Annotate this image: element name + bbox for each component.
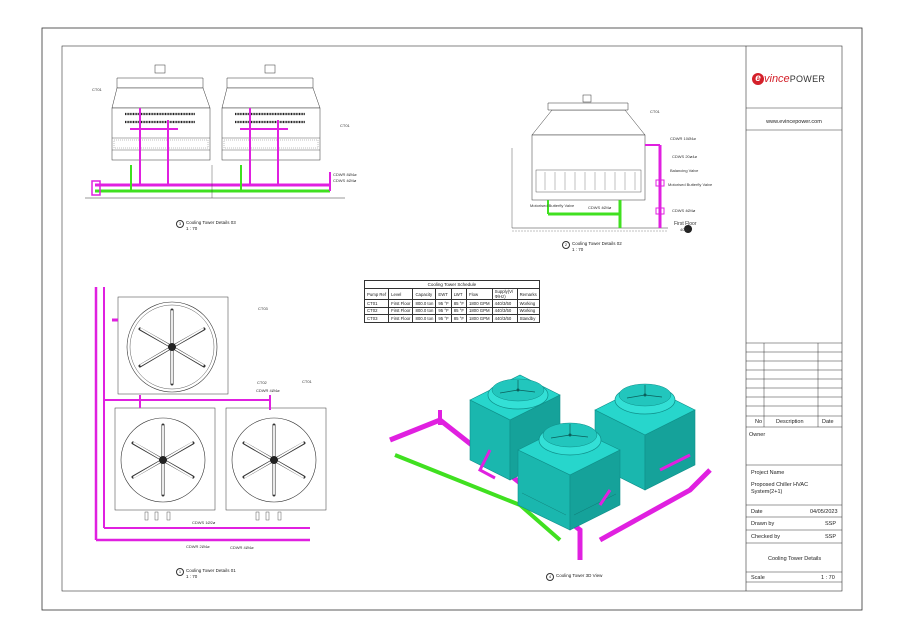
view-3-title: Cooling Tower Details 03 xyxy=(186,220,236,225)
brand-logo: e vincePOWER xyxy=(752,70,837,90)
schedule-cell: 1800 GPM xyxy=(466,306,493,315)
tower-ct01-elevation-b xyxy=(221,64,321,185)
scale-value: 1 : 70 xyxy=(821,575,835,581)
v2-label-cdws: CDWS 20ø4ø xyxy=(672,154,697,159)
v3-label-ct01b: CT01 xyxy=(340,123,350,128)
drawing-sheet: e vincePOWER www.evincepower.com No Descr… xyxy=(0,0,905,640)
cooling-tower-schedule: Cooling Tower Schedule Pump Ref Level Ca… xyxy=(363,280,540,323)
v1-label-cdws: CDWS 1Ø2ø xyxy=(192,520,216,525)
schedule-cell: 440/3/50 xyxy=(491,306,518,315)
project-name-label: Project Name xyxy=(751,470,785,476)
rev-header-date: Date xyxy=(822,419,834,425)
v2-label-motorised2: Motorised Butterfly Valve xyxy=(530,203,575,208)
drawn-by-value: SSP xyxy=(825,521,837,527)
v1-label-ct02: CT02 xyxy=(257,380,267,385)
schedule-cell: Working xyxy=(516,306,540,315)
view-1-title: Cooling Tower Details 01 xyxy=(186,568,236,573)
v3-label-cdwr: CDWR 8Ø4ø xyxy=(333,172,357,177)
table-row: CT02 First Floor 800.0 ton 95 °F 85 °F 1… xyxy=(363,306,540,315)
project-name-value: Proposed Chiller HVAC System(2+1) xyxy=(751,482,809,495)
v3-label-ct01: CT01 xyxy=(92,87,102,92)
schedule-cell: 800.0 ton xyxy=(412,314,437,323)
table-row: CT01 First Floor 800.0 ton 95 °F 85 °F 1… xyxy=(363,299,540,308)
schedule-header: Level xyxy=(388,288,414,300)
table-row: CT03 First Floor 800.0 ton 95 °F 85 °F 1… xyxy=(363,314,540,323)
schedule-header: Remarks xyxy=(516,288,540,300)
view-2-number: 2 xyxy=(562,241,570,249)
v1-label-cdwr3: CDWR 4Ø4ø xyxy=(230,545,254,550)
v1-label-ct01: CT01 xyxy=(302,379,312,384)
sheet-title: Cooling Tower Details xyxy=(768,556,822,562)
view-2-elevation xyxy=(511,94,693,233)
schedule-header: Pump Ref xyxy=(363,288,390,300)
schedule-header: Flow xyxy=(466,288,493,300)
v3-label-cdws: CDWS 4Ø4ø xyxy=(333,178,357,183)
schedule-cell: 1800 GPM xyxy=(466,299,493,308)
schedule-header: EWT xyxy=(435,288,452,300)
schedule-header: Supply(V/Ф/Hz) xyxy=(491,288,518,300)
view-3-elevation xyxy=(85,64,345,199)
schedule-cell: First Floor xyxy=(388,314,414,323)
schedule-cell: First Floor xyxy=(388,299,414,308)
schedule-cell: 95 °F xyxy=(435,299,452,308)
drawn-by-label: Drawn by xyxy=(751,521,775,527)
view-2-scale: 1 : 70 xyxy=(572,247,584,252)
view-3-number: 3 xyxy=(176,220,184,228)
rev-header-no: No xyxy=(755,419,763,425)
schedule-cell: 1800 GPM xyxy=(466,314,493,323)
schedule-cell: 800.0 ton xyxy=(412,299,437,308)
schedule-cell: First Floor xyxy=(388,306,414,315)
v2-label-cdws2: CDWS 4Ø4ø xyxy=(588,205,612,210)
v2-label-ct01: CT01 xyxy=(650,109,660,114)
view-1-scale: 1 : 70 xyxy=(186,574,198,579)
v1-label-cdwr: CDWR 4Ø4ø xyxy=(256,388,280,393)
v2-label-balancing: Balancing Valve xyxy=(670,168,699,173)
schedule-cell: 440/3/50 xyxy=(491,314,518,323)
v2-label-cdwr: CDWR 10Ø4ø xyxy=(670,136,696,141)
schedule-cell: 800.0 ton xyxy=(412,306,437,315)
schedule-cell: 85 °F xyxy=(450,306,468,315)
v2-label-level: 4000 xyxy=(680,227,689,232)
v1-label-ct03: CT03 xyxy=(258,306,268,311)
view-4-title: Cooling Tower 3D View xyxy=(556,573,603,578)
v1-label-cdwr2: CDWR 2Ø4ø xyxy=(186,544,210,549)
schedule-cell: 440/3/50 xyxy=(491,299,518,308)
view-4-3d xyxy=(389,374,712,560)
view-2-title: Cooling Tower Details 02 xyxy=(572,241,622,246)
schedule-cell: 85 °F xyxy=(450,299,468,308)
schedule-cell: 95 °F xyxy=(435,306,452,315)
brand-logo-mark: e xyxy=(752,72,764,85)
schedule-cell: 95 °F xyxy=(435,314,452,323)
website-text: www.evincepower.com xyxy=(766,119,822,125)
view-1-number: 1 xyxy=(176,568,184,576)
rev-header-description: Description xyxy=(776,419,804,425)
schedule-header-row: Pump Ref Level Capacity EWT LWT Flow Sup… xyxy=(363,288,540,300)
schedule-cell: Standby xyxy=(516,314,540,323)
schedule-header: Capacity xyxy=(412,288,437,300)
scale-label: Scale xyxy=(751,575,765,581)
schedule-header: LWT xyxy=(450,288,468,300)
checked-by-value: SSP xyxy=(825,534,837,540)
schedule-cell: CT01 xyxy=(363,299,390,308)
checked-by-label: Checked by xyxy=(751,534,781,540)
brand-name-power: POWER xyxy=(789,73,826,84)
schedule-caption: Cooling Tower Schedule xyxy=(364,280,540,288)
brand-name-vince: vince xyxy=(764,72,790,85)
tower-ct01-elevation-a xyxy=(111,64,211,185)
date-label: Date xyxy=(751,509,763,515)
owner-label: Owner xyxy=(749,432,766,438)
schedule-cell: CT03 xyxy=(363,314,390,323)
view-4-number: 4 xyxy=(546,573,554,581)
schedule-cell: Working xyxy=(516,299,540,308)
date-value: 04/05/2023 xyxy=(810,509,838,515)
view-1-plan xyxy=(94,287,327,542)
schedule-cell: CT02 xyxy=(363,306,390,315)
v2-label-motorised: Motorised Butterfly Valve xyxy=(668,182,713,187)
view-3-scale: 1 : 70 xyxy=(186,226,198,231)
schedule-cell: 85 °F xyxy=(450,314,468,323)
v2-label-cdws3: CDWS 4Ø4ø xyxy=(672,208,696,213)
